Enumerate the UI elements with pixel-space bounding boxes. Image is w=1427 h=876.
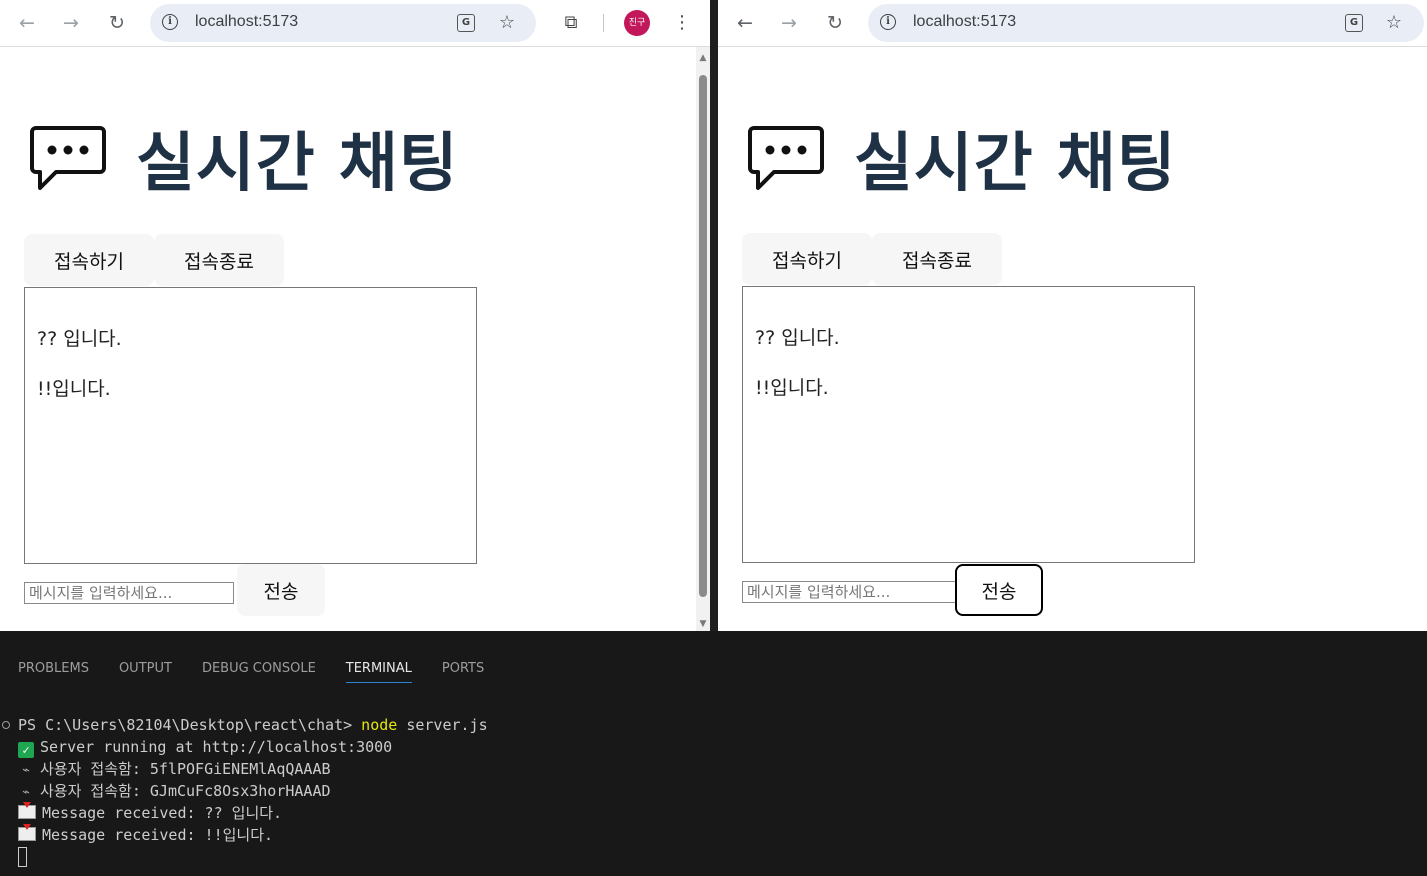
terminal-cursor	[18, 847, 27, 867]
terminal-args: server.js	[397, 716, 488, 734]
check-mark-icon: ✓	[18, 742, 34, 758]
terminal-command-line: PS C:\Users\82104\Desktop\react\chat> no…	[18, 714, 488, 736]
reload-icon[interactable]: ↻	[104, 10, 130, 36]
tab-terminal[interactable]: TERMINAL	[345, 661, 412, 683]
terminal-output-line: ⌁ 사용자 접속함: GJmCuFc8Osx3horHAAAD	[18, 780, 331, 802]
chat-bubble-icon	[30, 126, 106, 190]
message-item: !!입니다.	[755, 377, 829, 399]
back-icon[interactable]: ←	[732, 10, 758, 36]
scrollbar-thumb[interactable]	[699, 75, 707, 597]
reload-icon[interactable]: ↻	[822, 10, 848, 36]
send-button[interactable]: 전송	[237, 564, 325, 616]
tab-ports[interactable]: PORTS	[442, 661, 484, 683]
scrollbar[interactable]: ▲ ▼	[696, 47, 710, 631]
url-text: localhost:5173	[913, 13, 1017, 30]
terminal-output-line: ✓ Server running at http://localhost:3000	[18, 736, 392, 758]
message-list: ?? 입니다. !!입니다.	[742, 286, 1195, 563]
message-input[interactable]: 메시지를 입력하세요...	[742, 581, 956, 603]
tab-output[interactable]: OUTPUT	[119, 661, 172, 683]
message-list: ?? 입니다. !!입니다.	[24, 287, 477, 564]
site-info-icon[interactable]: i	[162, 14, 178, 30]
browser-window-left: ← → ↻ i localhost:5173 G ☆ ⧉ 진구 ⋮ 실시간 채팅…	[0, 0, 710, 631]
terminal-text: 사용자 접속함: 5flPOFGiENEMlAqQAAAB	[40, 760, 331, 778]
tab-debug-console[interactable]: DEBUG CONSOLE	[202, 661, 316, 683]
terminal-text: Message received: !!입니다.	[42, 826, 274, 844]
window-divider	[710, 0, 718, 631]
chat-bubble-icon	[748, 126, 824, 190]
address-bar[interactable]: i localhost:5173 G ☆	[868, 4, 1424, 42]
toolbar-separator	[603, 14, 604, 32]
menu-kebab-icon[interactable]: ⋮	[670, 11, 694, 35]
connect-button[interactable]: 접속하기	[24, 234, 154, 286]
terminal-output-line: Message received: !!입니다.	[18, 824, 273, 846]
message-item: ?? 입니다.	[37, 328, 122, 350]
page-title: 실시간 채팅	[136, 127, 459, 201]
plug-icon: ⌁	[22, 763, 30, 778]
translate-icon[interactable]: G	[457, 14, 475, 32]
bookmark-star-icon[interactable]: ☆	[1383, 12, 1405, 34]
tab-problems[interactable]: PROBLEMS	[18, 661, 89, 683]
address-bar[interactable]: i localhost:5173 G ☆	[150, 4, 536, 42]
connect-button[interactable]: 접속하기	[742, 233, 872, 285]
terminal-output-line: Message received: ?? 입니다.	[18, 802, 282, 824]
site-info-icon[interactable]: i	[880, 14, 896, 30]
forward-icon[interactable]: →	[776, 10, 802, 36]
bookmark-star-icon[interactable]: ☆	[496, 12, 518, 34]
forward-icon[interactable]: →	[58, 10, 84, 36]
page-title: 실시간 채팅	[854, 127, 1177, 201]
message-item: ?? 입니다.	[755, 327, 840, 349]
translate-icon[interactable]: G	[1345, 14, 1363, 32]
terminal-text: Server running at http://localhost:3000	[40, 738, 393, 756]
page-header: 실시간 채팅	[30, 118, 459, 201]
browser-toolbar: ← → ↻ i localhost:5173 G ☆ ⧉ 진구 ⋮	[0, 0, 710, 47]
page-header: 실시간 채팅	[748, 118, 1177, 201]
message-item: !!입니다.	[37, 378, 111, 400]
terminal-text: 사용자 접속함: GJmCuFc8Osx3horHAAAD	[40, 782, 331, 800]
terminal-text: Message received: ?? 입니다.	[42, 804, 283, 822]
plug-icon: ⌁	[22, 785, 30, 800]
browser-toolbar: ← → ↻ i localhost:5173 G ☆	[718, 0, 1427, 47]
extensions-icon[interactable]: ⧉	[559, 11, 583, 35]
back-icon[interactable]: ←	[14, 10, 40, 36]
send-button[interactable]: 전송	[955, 564, 1043, 616]
terminal-output-line: ⌁ 사용자 접속함: 5flPOFGiENEMlAqQAAAB	[18, 758, 331, 780]
disconnect-button[interactable]: 접속종료	[872, 233, 1002, 285]
profile-avatar[interactable]: 진구	[624, 10, 650, 36]
vscode-panel: PROBLEMS OUTPUT DEBUG CONSOLE TERMINAL P…	[0, 631, 1427, 876]
incoming-mail-icon	[18, 802, 36, 819]
scroll-up-icon[interactable]: ▲	[696, 53, 710, 63]
terminal-prompt: PS C:\Users\82104\Desktop\react\chat>	[18, 716, 362, 734]
url-text: localhost:5173	[195, 13, 299, 30]
incoming-mail-icon	[18, 824, 36, 841]
browser-window-right: ← → ↻ i localhost:5173 G ☆ 실시간 채팅 접속하기 접…	[718, 0, 1427, 631]
command-status-icon	[2, 721, 10, 729]
disconnect-button[interactable]: 접속종료	[154, 234, 284, 286]
message-input[interactable]: 메시지를 입력하세요...	[24, 582, 234, 604]
panel-tabs: PROBLEMS OUTPUT DEBUG CONSOLE TERMINAL P…	[18, 661, 484, 683]
terminal-command: node	[361, 716, 398, 734]
scroll-down-icon[interactable]: ▼	[696, 619, 710, 629]
